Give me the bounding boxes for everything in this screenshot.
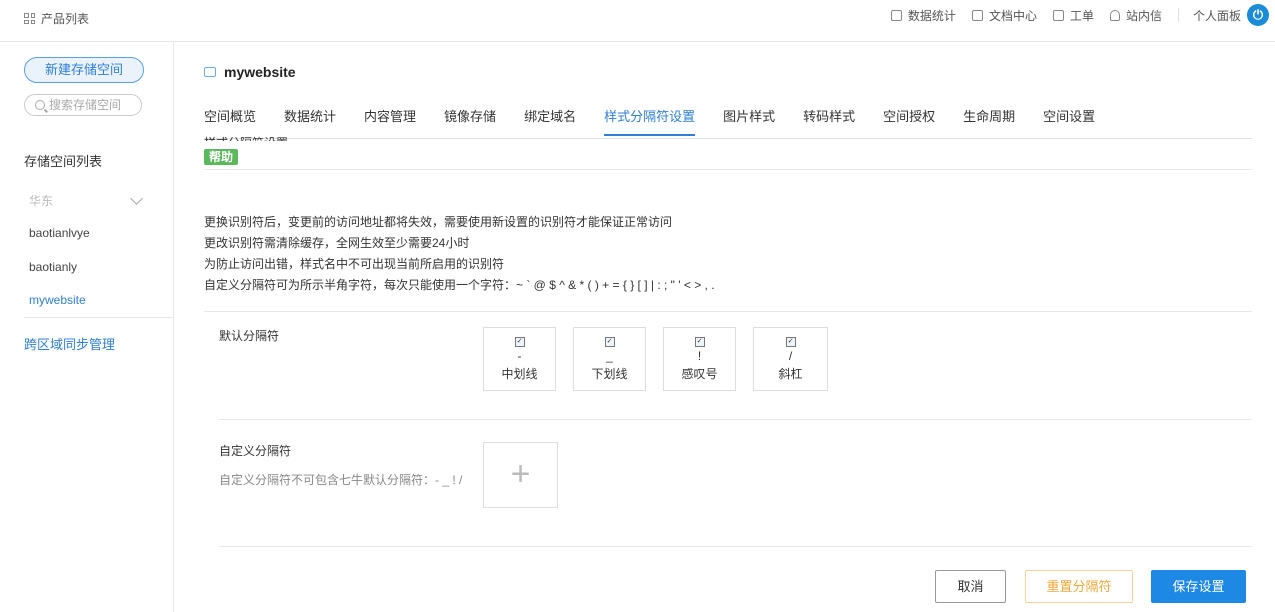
search-placeholder: 搜索存储空间 — [49, 98, 122, 112]
tab-image-style[interactable]: 图片样式 — [723, 100, 775, 136]
tab-bar: 空间概览 数据统计 内容管理 镜像存储 绑定域名 样式分隔符设置 图片样式 转码… — [204, 100, 1252, 139]
sidebar-item-baotianly[interactable]: baotianly — [29, 260, 77, 274]
product-list-label: 产品列表 — [41, 12, 90, 26]
reset-separator-button[interactable]: 重置分隔符 — [1025, 570, 1133, 603]
separator-symbol: _ — [606, 349, 613, 363]
separator-name: 斜杠 — [778, 367, 803, 381]
region-label: 华东 — [29, 194, 54, 208]
divider — [219, 546, 1252, 547]
new-bucket-button[interactable]: 新建存储空间 — [24, 57, 144, 83]
tab-bucket-settings[interactable]: 空间设置 — [1043, 100, 1095, 136]
separator-exclamation[interactable]: ✓ ! 感叹号 — [663, 327, 736, 391]
tab-authorization[interactable]: 空间授权 — [883, 100, 935, 136]
chart-icon — [890, 9, 902, 21]
sidebar-item-baotianlvye[interactable]: baotianlvye — [29, 226, 90, 240]
save-settings-button[interactable]: 保存设置 — [1151, 570, 1246, 603]
product-list-link[interactable]: 产品列表 — [24, 10, 89, 27]
sidebar-divider — [24, 317, 173, 318]
bucket-name: mywebsite — [224, 64, 296, 80]
tab-stats[interactable]: 数据统计 — [284, 100, 336, 136]
bell-icon — [1109, 9, 1120, 21]
top-nav: 数据统计 文档中心 工单 站内信 个人面板 ⏻ — [890, 0, 1275, 30]
separator-checkbox[interactable]: ✓ — [785, 337, 796, 347]
section-title: 样式分隔符设置 — [204, 134, 288, 141]
tab-transcode-style[interactable]: 转码样式 — [803, 100, 855, 136]
nav-stats-label: 数据统计 — [907, 8, 956, 23]
separator-name: 感叹号 — [681, 367, 718, 381]
separator-name: 中划线 — [501, 367, 538, 381]
personal-panel[interactable]: 个人面板 — [1193, 7, 1241, 24]
note-line: 更改识别符需清除缓存，全网生效至少需要24小时 — [204, 236, 470, 250]
separator-dash[interactable]: ✓ - 中划线 — [483, 327, 556, 391]
nav-messages[interactable]: 站内信 — [1109, 7, 1162, 24]
add-custom-separator-button[interactable]: + — [483, 442, 558, 508]
nav-ticket[interactable]: 工单 — [1052, 7, 1094, 24]
note-line: 自定义分隔符可为所示半角字符，每次只能使用一个字符：~ ` @ $ ^ & * … — [204, 278, 715, 292]
tab-lifecycle[interactable]: 生命周期 — [963, 100, 1015, 136]
tab-overview[interactable]: 空间概览 — [204, 100, 256, 136]
separator-underscore[interactable]: ✓ _ 下划线 — [573, 327, 646, 391]
separator-symbol: / — [788, 349, 793, 363]
chevron-down-icon — [130, 192, 143, 205]
help-badge[interactable]: 帮助 — [204, 149, 239, 165]
cross-region-sync-link[interactable]: 跨区域同步管理 — [24, 334, 115, 353]
plus-icon: + — [510, 455, 531, 493]
note-line: 更换识别符后，变更前的访问地址都将失效，需要使用新设置的识别符才能保证正常访问 — [204, 215, 673, 229]
nav-ticket-label: 工单 — [1069, 8, 1094, 23]
sidebar-item-mywebsite[interactable]: mywebsite — [29, 293, 86, 307]
search-input[interactable]: 搜索存储空间 — [24, 94, 142, 116]
divider — [204, 311, 1252, 312]
personal-panel-label: 个人面板 — [1192, 8, 1241, 23]
bucket-list-title: 存储空间列表 — [24, 154, 103, 169]
separator-symbol: ! — [697, 349, 702, 363]
separator-checkbox[interactable]: ✓ — [694, 337, 705, 347]
nav-docs[interactable]: 文档中心 — [971, 7, 1037, 24]
note-line: 为防止访问出错，样式名中不可出现当前所启用的识别符 — [204, 257, 505, 271]
separator-symbol: - — [517, 349, 522, 363]
separator-checkbox[interactable]: ✓ — [604, 337, 615, 347]
nav-divider — [1177, 8, 1179, 22]
clipboard-icon — [1052, 9, 1064, 21]
separator-checkbox[interactable]: ✓ — [514, 337, 525, 347]
separator-slash[interactable]: ✓ / 斜杠 — [753, 327, 828, 391]
custom-separator-label: 自定义分隔符 — [219, 444, 292, 458]
custom-separator-note: 自定义分隔符不可包含七牛默认分隔符：- _ ! / — [219, 473, 463, 487]
nav-stats[interactable]: 数据统计 — [890, 7, 956, 24]
tab-content[interactable]: 内容管理 — [364, 100, 416, 136]
bucket-icon — [204, 67, 216, 77]
bucket-title: mywebsite — [204, 64, 296, 80]
sidebar: 新建存储空间 搜索存储空间 存储空间列表 华东 baotianlvye baot… — [0, 42, 174, 612]
document-icon — [971, 9, 983, 21]
grid-icon — [24, 13, 35, 24]
top-bar: 产品列表 数据统计 文档中心 工单 站内信 个人面板 ⏻ — [0, 0, 1275, 42]
search-icon — [35, 100, 45, 110]
divider — [204, 169, 1252, 170]
separator-name: 下划线 — [591, 367, 628, 381]
nav-messages-label: 站内信 — [1125, 8, 1162, 23]
tab-mirror[interactable]: 镜像存储 — [444, 100, 496, 136]
nav-docs-label: 文档中心 — [988, 8, 1037, 23]
power-icon[interactable]: ⏻ — [1247, 4, 1269, 26]
notes: 更换识别符后，变更前的访问地址都将失效，需要使用新设置的识别符才能保证正常访问 … — [204, 212, 715, 296]
tab-domain[interactable]: 绑定域名 — [524, 100, 576, 136]
cancel-button[interactable]: 取消 — [935, 570, 1006, 603]
region-dropdown[interactable]: 华东 — [29, 192, 143, 209]
divider — [219, 419, 1252, 420]
tab-separator-settings[interactable]: 样式分隔符设置 — [604, 100, 696, 136]
default-separator-label: 默认分隔符 — [219, 329, 280, 343]
